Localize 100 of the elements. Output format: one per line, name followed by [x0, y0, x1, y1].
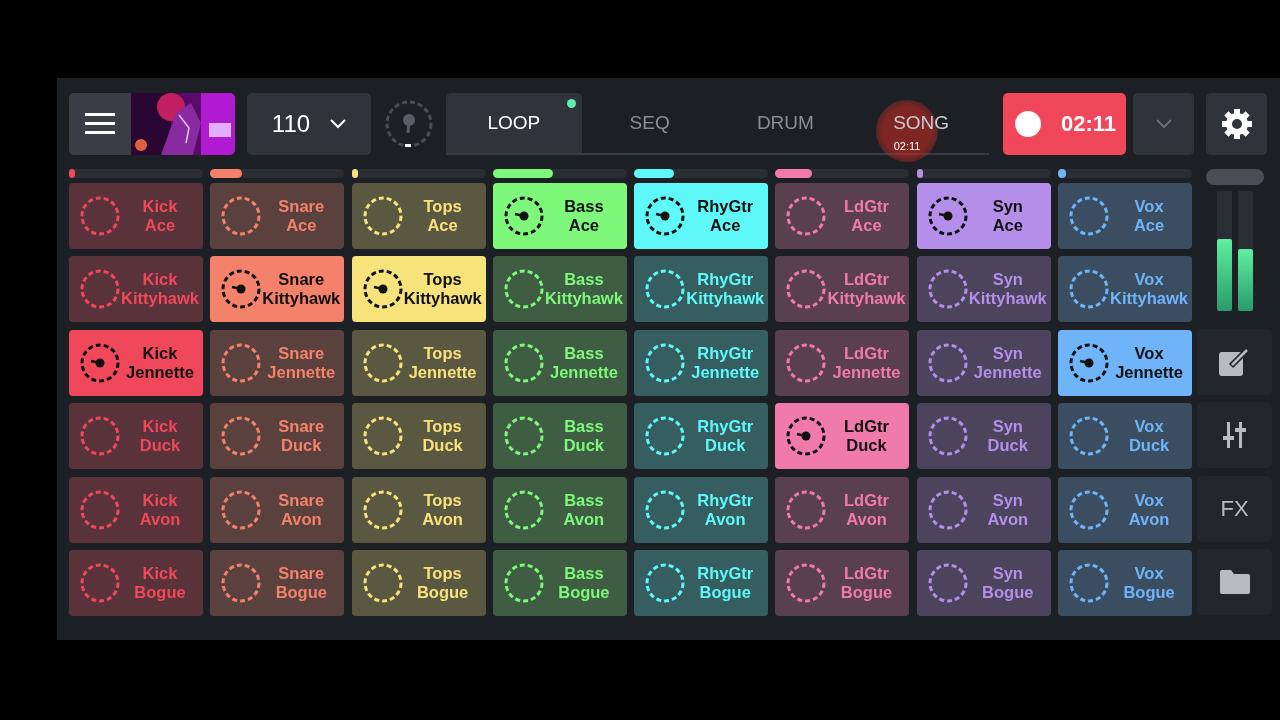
clip-pad[interactable]: Kick Jennette [69, 329, 203, 396]
dashed-ring-icon [1068, 268, 1111, 311]
folder-icon [1219, 570, 1250, 595]
dashed-ring-icon [785, 195, 828, 237]
drag-handle[interactable] [1205, 169, 1264, 185]
clip-pad[interactable]: Vox Duck [1058, 403, 1193, 470]
clip-pad[interactable]: Vox Jennette [1058, 329, 1193, 396]
clip-pad[interactable]: Vox Bogue [1058, 549, 1193, 616]
dashed-ring-icon [926, 561, 969, 604]
record-button[interactable]: 02:11 [1003, 93, 1126, 155]
playing-dial-icon [926, 195, 969, 237]
dashed-ring-icon [644, 415, 687, 458]
edit-button[interactable] [1197, 329, 1273, 395]
clip-pad[interactable]: Syn Duck [916, 403, 1051, 470]
dashed-ring-icon [79, 415, 121, 458]
clip-pad[interactable]: Snare Avon [210, 476, 345, 543]
clip-pad[interactable]: RhyGtr Bogue [634, 549, 769, 616]
clip-pad[interactable]: Kick Kittyhawk [69, 256, 203, 323]
dashed-ring-icon [644, 268, 687, 311]
dashed-ring-icon [220, 341, 263, 384]
edit-icon [1218, 348, 1251, 376]
dashed-ring-icon [361, 195, 404, 237]
dashed-ring-icon [502, 415, 545, 458]
clip-pad[interactable]: Snare Ace [210, 183, 345, 249]
menu-icon [85, 113, 115, 135]
clip-pad[interactable]: Kick Ace [69, 183, 203, 249]
clip-pad[interactable]: Bass Ace [492, 183, 627, 249]
dashed-ring-icon [1068, 561, 1111, 604]
dashed-ring-icon [361, 488, 404, 531]
playing-dial-icon [361, 268, 404, 311]
clip-pad[interactable]: RhyGtr Kittyhawk [634, 256, 769, 323]
clip-pad[interactable]: LdGtr Duck [775, 403, 910, 470]
clip-pad[interactable]: RhyGtr Ace [634, 183, 769, 249]
tempo-knob[interactable] [384, 99, 434, 149]
clip-pad[interactable]: Bass Duck [492, 403, 627, 470]
tempo-dropdown[interactable]: 110 [247, 93, 371, 155]
clip-pad[interactable]: LdGtr Bogue [775, 549, 910, 616]
dashed-ring-icon [1068, 415, 1111, 458]
dashed-ring-icon [502, 268, 545, 311]
dashed-ring-icon [926, 268, 969, 311]
clip-pad[interactable]: Snare Jennette [210, 329, 345, 396]
record-icon [1015, 111, 1041, 137]
clip-pad[interactable]: Snare Kittyhawk [210, 256, 345, 323]
dashed-ring-icon [644, 488, 687, 531]
clip-pad[interactable]: Tops Ace [351, 183, 486, 249]
mode-tab[interactable]: SEQ [581, 93, 718, 153]
clip-pad[interactable]: Snare Duck [210, 403, 345, 470]
clip-pad[interactable]: Syn Avon [916, 476, 1051, 543]
clip-pad[interactable]: LdGtr Avon [775, 476, 910, 543]
clip-pad[interactable]: Snare Bogue [210, 549, 345, 616]
clip-pad[interactable]: Kick Duck [69, 403, 203, 470]
menu-button[interactable] [69, 93, 131, 155]
mixer-button[interactable] [1197, 402, 1273, 469]
dashed-ring-icon [361, 341, 404, 384]
clip-pad[interactable]: Syn Bogue [916, 549, 1051, 616]
dashed-ring-icon [361, 561, 404, 604]
clip-pad[interactable]: Bass Bogue [492, 549, 627, 616]
playing-dial-icon [79, 341, 121, 384]
clip-pad[interactable]: LdGtr Jennette [775, 329, 910, 396]
folder-button[interactable] [1197, 549, 1273, 616]
clip-pad[interactable]: Tops Bogue [351, 549, 486, 616]
dashed-ring-icon [1068, 195, 1111, 237]
sliders-icon [1221, 420, 1248, 451]
clip-pad[interactable]: Tops Avon [351, 476, 486, 543]
clip-pad[interactable]: RhyGtr Duck [634, 403, 769, 470]
clip-pad[interactable]: Kick Bogue [69, 549, 203, 616]
clip-pad[interactable]: Vox Avon [1058, 476, 1193, 543]
dashed-ring-icon [644, 561, 687, 604]
dashed-ring-icon [220, 561, 263, 604]
playing-dial-icon [502, 195, 545, 237]
clip-pad[interactable]: Tops Jennette [351, 329, 486, 396]
clip-pad[interactable]: Vox Kittyhawk [1058, 256, 1193, 323]
clip-pad[interactable]: Tops Duck [351, 403, 486, 470]
dashed-ring-icon [502, 561, 545, 604]
dashed-ring-icon [926, 488, 969, 531]
clip-pad[interactable]: Vox Ace [1058, 183, 1193, 249]
dashed-ring-icon [785, 341, 828, 384]
clip-pad[interactable]: Syn Kittyhawk [916, 256, 1051, 323]
clip-pad[interactable]: Bass Jennette [492, 329, 627, 396]
playing-dial-icon [1068, 341, 1111, 384]
clip-pad[interactable]: Kick Avon [69, 476, 203, 543]
clip-pad[interactable]: Syn Jennette [916, 329, 1051, 396]
clip-pad[interactable]: Bass Kittyhawk [492, 256, 627, 323]
dashed-ring-icon [502, 488, 545, 531]
mode-tab[interactable]: DRUM [717, 93, 854, 153]
dashed-ring-icon [785, 268, 828, 311]
clip-pad[interactable]: Syn Ace [916, 183, 1051, 249]
clip-pad[interactable]: RhyGtr Avon [634, 476, 769, 543]
clip-pad[interactable]: RhyGtr Jennette [634, 329, 769, 396]
settings-button[interactable] [1206, 93, 1267, 155]
mode-tab[interactable]: LOOP [446, 93, 582, 153]
playing-dial-icon [785, 415, 828, 458]
clip-pad[interactable]: LdGtr Kittyhawk [775, 256, 910, 323]
dashed-ring-icon [79, 195, 121, 237]
chevron-down-icon [330, 119, 347, 129]
clip-pad[interactable]: Bass Avon [492, 476, 627, 543]
clip-pad[interactable]: Tops Kittyhawk [351, 256, 486, 323]
clip-pad[interactable]: LdGtr Ace [775, 183, 910, 249]
fx-button[interactable]: FX [1197, 475, 1273, 542]
dashed-ring-icon [785, 488, 828, 531]
